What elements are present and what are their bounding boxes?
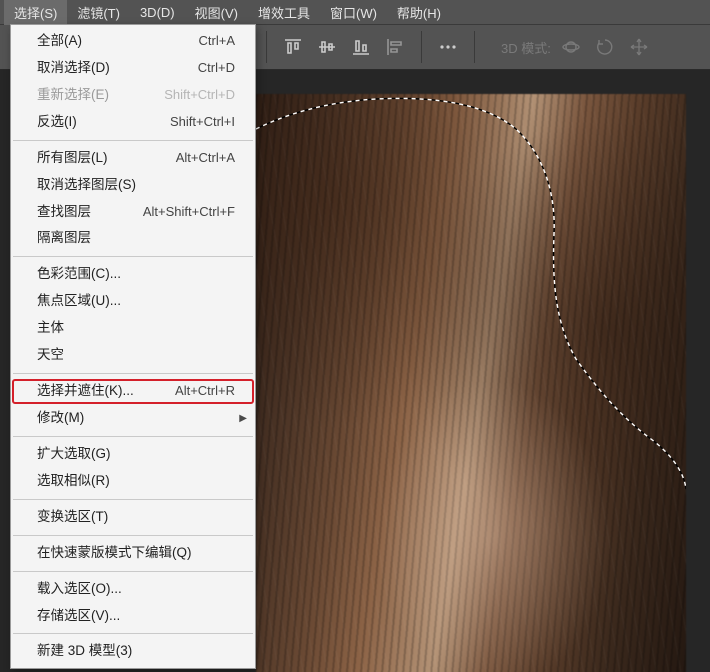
pan-3d-icon[interactable]	[625, 33, 653, 61]
menu-item-sky[interactable]: 天空	[11, 342, 255, 369]
submenu-arrow-icon: ▶	[239, 411, 247, 427]
separator	[13, 499, 253, 500]
divider	[266, 31, 267, 63]
menu-select[interactable]: 选择(S)	[4, 0, 67, 25]
select-menu-dropdown: 全部(A)Ctrl+A 取消选择(D)Ctrl+D 重新选择(E)Shift+C…	[10, 24, 256, 669]
menu-item-all[interactable]: 全部(A)Ctrl+A	[11, 28, 255, 55]
menu-item-subject[interactable]: 主体	[11, 315, 255, 342]
menu-item-new-3d[interactable]: 新建 3D 模型(3)	[11, 638, 255, 665]
menu-filter[interactable]: 滤镜(T)	[67, 0, 130, 25]
align-vcenter-icon[interactable]	[313, 33, 341, 61]
menu-3d[interactable]: 3D(D)	[130, 2, 185, 23]
menu-help[interactable]: 帮助(H)	[387, 0, 451, 25]
mode-3d-label: 3D 模式:	[501, 38, 551, 57]
menu-item-similar[interactable]: 选取相似(R)	[11, 468, 255, 495]
menu-item-grow[interactable]: 扩大选取(G)	[11, 441, 255, 468]
menu-item-edit-quick-mask[interactable]: 在快速蒙版模式下编辑(Q)	[11, 540, 255, 567]
menu-item-color-range[interactable]: 色彩范围(C)...	[11, 261, 255, 288]
menu-item-isolate-layers[interactable]: 隔离图层	[11, 225, 255, 252]
menu-item-deselect-layers[interactable]: 取消选择图层(S)	[11, 172, 255, 199]
menu-item-load-selection[interactable]: 载入选区(O)...	[11, 576, 255, 603]
separator	[13, 256, 253, 257]
separator	[13, 633, 253, 634]
more-options-icon[interactable]	[434, 33, 462, 61]
separator	[13, 140, 253, 141]
menubar: 选择(S) 滤镜(T) 3D(D) 视图(V) 增效工具 窗口(W) 帮助(H)	[0, 0, 710, 24]
separator	[13, 373, 253, 374]
orbit-3d-icon[interactable]	[557, 33, 585, 61]
document-image	[256, 94, 686, 672]
menu-item-inverse[interactable]: 反选(I)Shift+Ctrl+I	[11, 109, 255, 136]
menu-item-deselect[interactable]: 取消选择(D)Ctrl+D	[11, 55, 255, 82]
menu-item-reselect: 重新选择(E)Shift+Ctrl+D	[11, 82, 255, 109]
menu-view[interactable]: 视图(V)	[185, 0, 248, 25]
menu-item-find-layers[interactable]: 查找图层Alt+Shift+Ctrl+F	[11, 199, 255, 226]
align-bottom-icon[interactable]	[347, 33, 375, 61]
menu-item-transform-selection[interactable]: 变换选区(T)	[11, 504, 255, 531]
separator	[13, 436, 253, 437]
menu-window[interactable]: 窗口(W)	[320, 0, 387, 25]
menu-item-focus-area[interactable]: 焦点区域(U)...	[11, 288, 255, 315]
divider	[421, 31, 422, 63]
menu-plugins[interactable]: 增效工具	[248, 0, 320, 25]
separator	[13, 571, 253, 572]
menu-item-select-and-mask[interactable]: 选择并遮住(K)...Alt+Ctrl+R	[11, 378, 255, 405]
menu-item-all-layers[interactable]: 所有图层(L)Alt+Ctrl+A	[11, 145, 255, 172]
align-left-icon[interactable]	[381, 33, 409, 61]
menu-item-save-selection[interactable]: 存储选区(V)...	[11, 603, 255, 630]
align-top-icon[interactable]	[279, 33, 307, 61]
rotate-3d-icon[interactable]	[591, 33, 619, 61]
separator	[13, 535, 253, 536]
menu-item-modify[interactable]: 修改(M)▶	[11, 405, 255, 432]
divider	[474, 31, 475, 63]
